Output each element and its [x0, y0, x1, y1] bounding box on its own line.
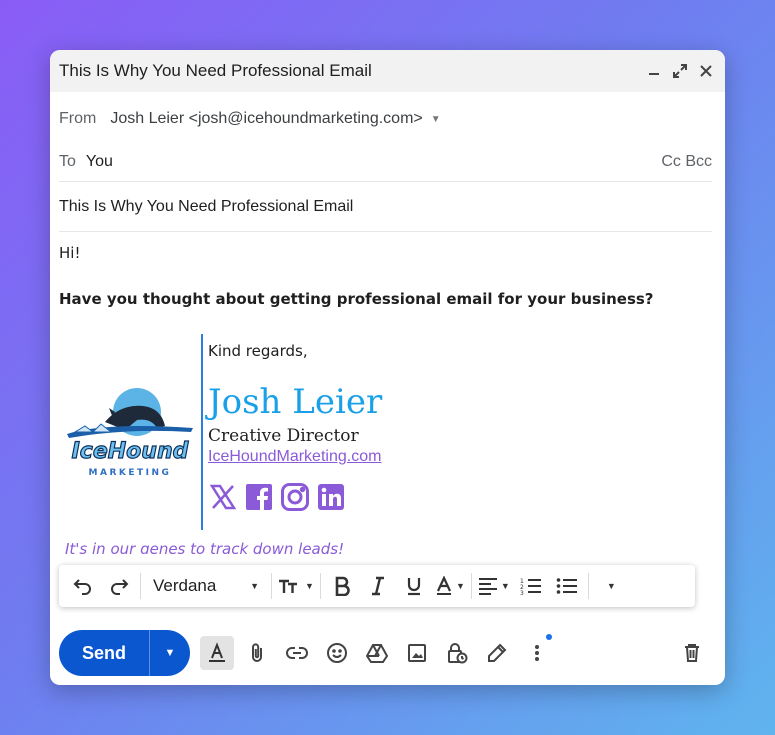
emoji-icon[interactable] — [320, 636, 354, 670]
font-select[interactable]: Verdana ▼ — [147, 571, 265, 601]
formatting-options-icon[interactable] — [200, 636, 234, 670]
minimize-icon[interactable] — [645, 62, 663, 80]
insert-photo-icon[interactable] — [400, 636, 434, 670]
email-signature: IceHound MARKETING Kind regards, Josh Le… — [59, 334, 716, 530]
subject-field[interactable]: This Is Why You Need Professional Email — [59, 198, 353, 216]
close-icon[interactable] — [697, 62, 715, 80]
to-recipient[interactable]: You — [86, 153, 661, 171]
schedule-send-dropdown[interactable]: ▼ — [150, 630, 190, 676]
from-label: From — [59, 110, 97, 127]
confidential-mode-icon[interactable] — [440, 636, 474, 670]
drive-icon[interactable] — [360, 636, 394, 670]
signature-divider — [201, 334, 203, 530]
bulleted-list-icon[interactable] — [552, 571, 582, 601]
signature-pen-icon[interactable] — [480, 636, 514, 670]
send-button-group: Send ▼ — [59, 630, 190, 676]
compose-actions: Send ▼ — [59, 630, 709, 676]
more-formatting-icon[interactable]: ▼ — [595, 571, 625, 601]
expand-icon[interactable] — [671, 62, 689, 80]
window-controls — [645, 62, 715, 80]
compose-window: This Is Why You Need Professional Email … — [50, 50, 725, 685]
send-button[interactable]: Send — [59, 630, 149, 676]
cc-bcc-link[interactable]: Cc Bcc — [661, 153, 712, 171]
toolbar-separator — [271, 573, 272, 599]
discard-draft-icon[interactable] — [675, 636, 709, 670]
from-row: From Josh Leier <josh@icehoundmarketing.… — [59, 92, 712, 146]
regards-text: Kind regards, — [208, 342, 308, 360]
svg-text:IceHound: IceHound — [72, 439, 189, 464]
x-icon[interactable] — [208, 482, 238, 512]
message-body[interactable]: Hi! Have you thought about getting profe… — [50, 232, 725, 554]
chevron-down-icon: ▼ — [250, 581, 259, 591]
website-link[interactable]: IceHoundMarketing.com — [208, 448, 381, 466]
signature-role: Creative Director — [208, 426, 359, 446]
icehound-logo: IceHound MARKETING — [59, 334, 201, 530]
from-dropdown-icon[interactable]: ▼ — [431, 114, 441, 125]
toolbar-separator — [140, 573, 141, 599]
subject-row[interactable]: This Is Why You Need Professional Email — [59, 182, 712, 232]
undo-icon[interactable] — [68, 571, 98, 601]
chevron-down-icon: ▼ — [455, 581, 465, 591]
greeting-text: Hi! — [59, 244, 81, 262]
formatting-toolbar: Verdana ▼ ▼ ▼ ▼ 123 ▼ — [59, 565, 695, 607]
toolbar-separator — [587, 573, 589, 599]
question-text: Have you thought about getting professio… — [59, 290, 654, 308]
toolbar-separator — [319, 573, 321, 599]
toolbar-separator — [470, 573, 472, 599]
from-address[interactable]: Josh Leier <josh@icehoundmarketing.com> — [110, 110, 422, 128]
instagram-icon[interactable] — [280, 482, 310, 512]
notification-dot — [546, 634, 552, 640]
bold-icon[interactable] — [327, 571, 357, 601]
svg-text:MARKETING: MARKETING — [89, 468, 172, 478]
to-label: To — [59, 152, 76, 170]
signature-text: Kind regards, Josh Leier Creative Direct… — [208, 334, 382, 530]
chevron-down-icon: ▼ — [305, 581, 314, 591]
chevron-down-icon: ▼ — [500, 581, 510, 591]
redo-icon[interactable] — [104, 571, 134, 601]
align-icon[interactable]: ▼ — [478, 571, 510, 601]
signature-name: Josh Leier — [208, 382, 383, 422]
text-color-icon[interactable]: ▼ — [435, 571, 465, 601]
linkedin-icon[interactable] — [316, 482, 346, 512]
social-links — [208, 482, 382, 512]
more-options-icon[interactable] — [520, 634, 554, 670]
italic-icon[interactable] — [363, 571, 393, 601]
numbered-list-icon[interactable]: 123 — [516, 571, 546, 601]
link-icon[interactable] — [280, 636, 314, 670]
facebook-icon[interactable] — [244, 482, 274, 512]
font-select-value: Verdana — [153, 576, 217, 595]
attach-icon[interactable] — [240, 636, 274, 670]
window-title: This Is Why You Need Professional Email — [59, 61, 372, 80]
underline-icon[interactable] — [399, 571, 429, 601]
text-size-icon[interactable]: ▼ — [278, 571, 314, 601]
svg-text:3: 3 — [520, 590, 524, 596]
title-bar: This Is Why You Need Professional Email — [50, 50, 725, 92]
compose-tools — [200, 634, 554, 670]
signature-tagline: It's in our genes to track down leads! — [65, 540, 345, 554]
to-row[interactable]: To You Cc Bcc — [59, 142, 712, 182]
chevron-down-icon: ▼ — [606, 581, 616, 591]
